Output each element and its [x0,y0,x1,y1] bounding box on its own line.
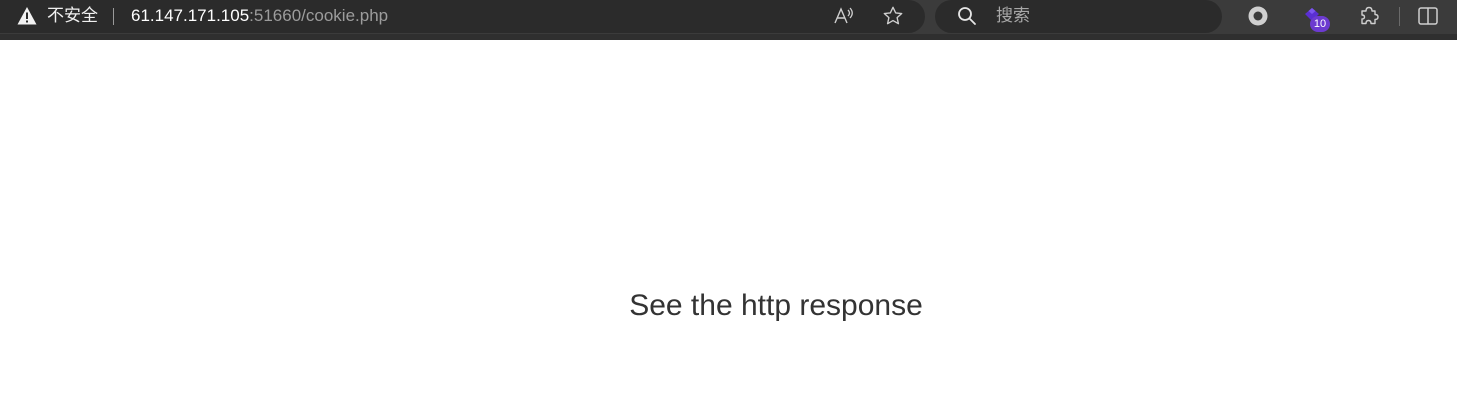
security-status-label[interactable]: 不安全 [47,5,98,27]
address-separator [113,8,114,25]
url-text[interactable]: 61.147.171.105:51660/cookie.php [131,5,388,27]
extensions-menu-button[interactable] [1355,3,1383,29]
split-screen-icon [1418,7,1438,25]
search-icon [958,7,976,25]
browser-toolbar: 不安全 61.147.171.105:51660/cookie.php 搜索 1… [0,0,1457,40]
read-aloud-icon [834,7,853,24]
search-icon-wrapper [953,3,981,29]
circle-record-icon [1248,6,1268,26]
record-button[interactable] [1244,3,1272,29]
page-message: See the http response [629,289,923,322]
url-host: 61.147.171.105 [131,6,250,25]
toolbar-divider [1399,7,1400,26]
puzzle-icon [1361,6,1379,25]
page-content: See the http response [0,40,1457,410]
favorite-button[interactable] [879,3,907,29]
extension-badge: 10 [1310,16,1330,32]
star-icon [883,6,903,25]
url-path: :51660/cookie.php [249,6,389,25]
read-aloud-button[interactable] [830,3,858,29]
warning-triangle-icon[interactable] [17,6,37,26]
split-screen-button[interactable] [1414,3,1442,29]
search-placeholder[interactable]: 搜索 [996,5,1030,27]
